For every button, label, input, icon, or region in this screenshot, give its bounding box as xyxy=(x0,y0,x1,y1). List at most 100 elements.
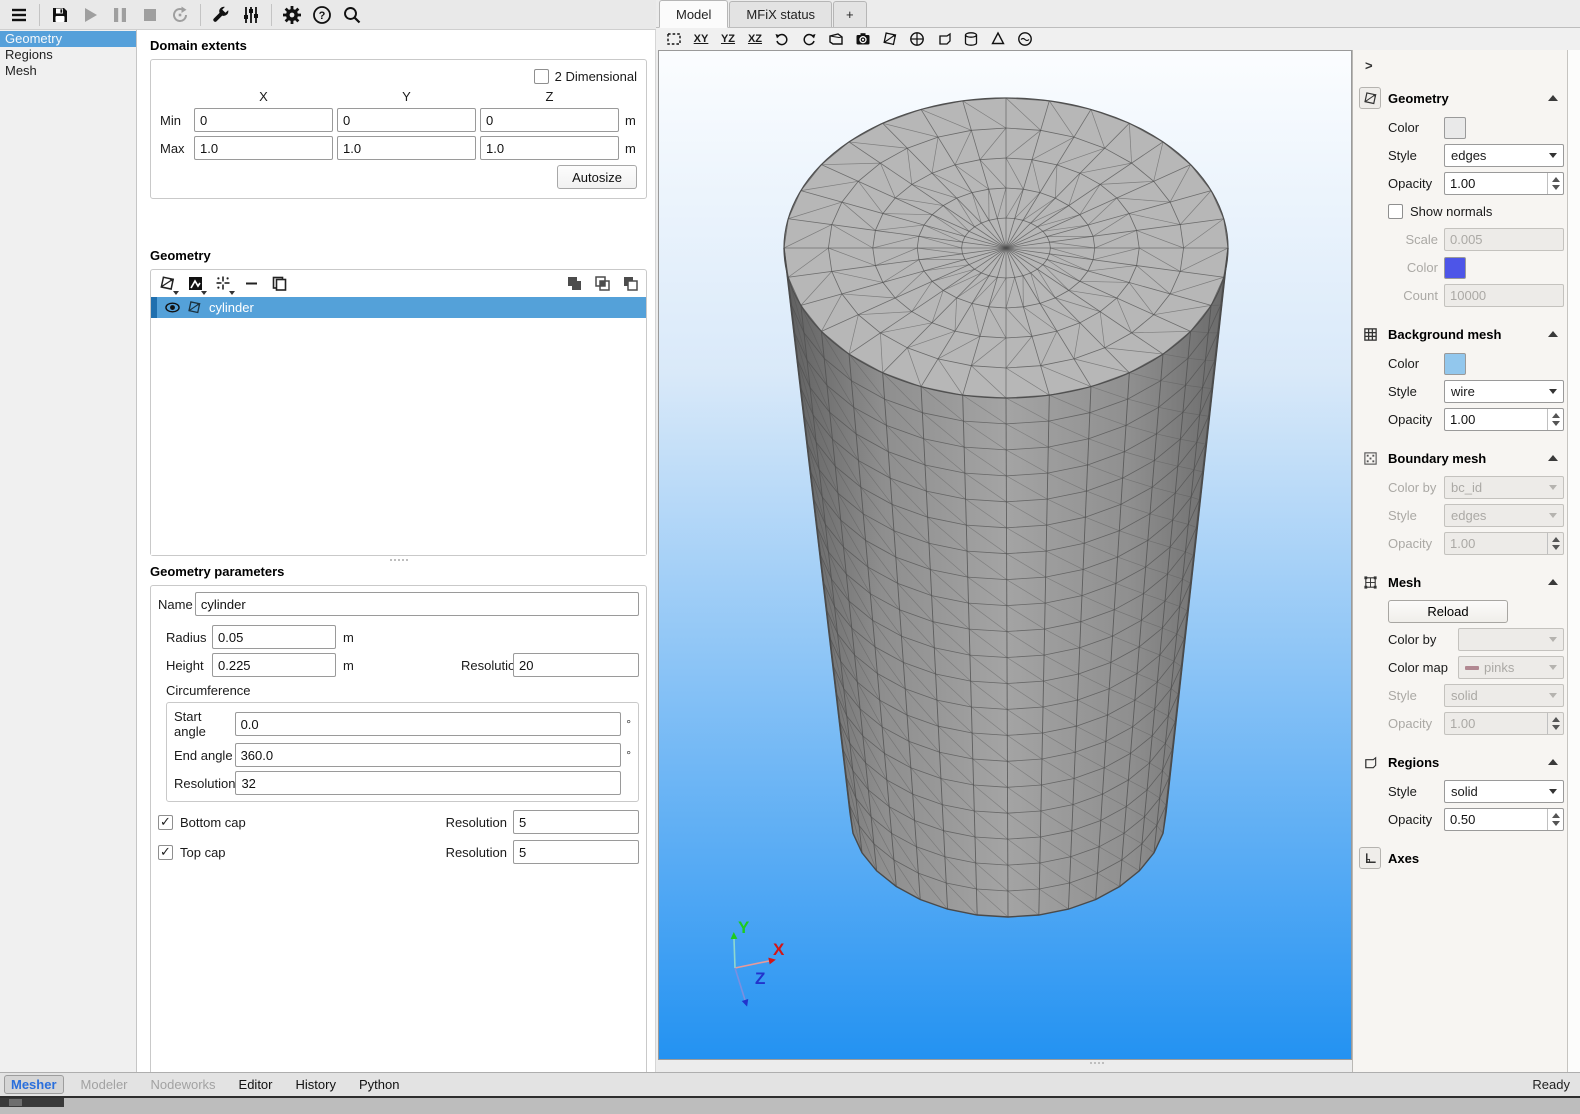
axes-section-header[interactable]: Axes xyxy=(1359,845,1580,871)
mode-button-modeler[interactable]: Modeler xyxy=(75,1076,134,1093)
rotate-cw-button[interactable] xyxy=(799,30,819,48)
name-input[interactable] xyxy=(195,592,639,616)
spin-down-icon[interactable] xyxy=(1552,821,1560,826)
spin-up-icon[interactable] xyxy=(1552,813,1560,818)
normals-count-input[interactable] xyxy=(1444,284,1564,307)
settings-button[interactable] xyxy=(277,2,307,28)
sidebar-item-geometry[interactable]: Geometry xyxy=(0,31,136,47)
boundary-mesh-visibility-button[interactable] xyxy=(961,30,981,48)
collapse-arrow-icon[interactable] xyxy=(1548,759,1558,765)
parameters-button[interactable] xyxy=(236,2,266,28)
zmax-input[interactable] xyxy=(480,136,619,160)
search-button[interactable] xyxy=(337,2,367,28)
tab-mfix-status[interactable]: MFiX status xyxy=(729,1,832,27)
background-mesh-opacity-input[interactable] xyxy=(1445,412,1541,427)
spin-up-icon[interactable] xyxy=(1552,177,1560,182)
add-geometry-button[interactable] xyxy=(157,274,177,294)
spin-down-icon[interactable] xyxy=(1552,545,1560,550)
copy-geometry-button[interactable] xyxy=(269,274,289,294)
mode-button-python[interactable]: Python xyxy=(353,1076,405,1093)
background-mesh-color-swatch[interactable] xyxy=(1444,353,1466,375)
menu-button[interactable] xyxy=(4,2,34,28)
background-mesh-section-header[interactable]: Background mesh xyxy=(1359,321,1580,347)
bottom-cap-resolution-input[interactable] xyxy=(513,810,639,834)
mode-button-mesher[interactable]: Mesher xyxy=(4,1075,64,1094)
run-button[interactable] xyxy=(75,2,105,28)
collapse-arrow-icon[interactable] xyxy=(1548,331,1558,337)
height-input[interactable] xyxy=(212,653,336,677)
mesh-visibility-button[interactable] xyxy=(988,30,1008,48)
sidebar-item-mesh[interactable]: Mesh xyxy=(0,63,136,79)
regions-style-combo[interactable]: solid xyxy=(1444,780,1564,803)
mode-button-history[interactable]: History xyxy=(290,1076,342,1093)
background-mesh-visibility-button[interactable] xyxy=(934,30,954,48)
background-mesh-opacity-spinbox[interactable] xyxy=(1444,408,1564,431)
geometry-section-header[interactable]: Geometry xyxy=(1359,85,1580,111)
top-cap-checkbox[interactable]: ✓ xyxy=(158,845,173,860)
mesh-opacity-spinbox[interactable] xyxy=(1444,712,1564,735)
geometry-opacity-spinbox[interactable] xyxy=(1444,172,1564,195)
mesh-color-map-combo[interactable]: pinks xyxy=(1458,656,1564,679)
xz-view-button[interactable]: XZ xyxy=(745,30,765,48)
boolean-union-button[interactable] xyxy=(564,274,584,294)
geometry-color-swatch[interactable] xyxy=(1444,117,1466,139)
axes-visibility-button[interactable] xyxy=(1015,30,1035,48)
mesh-opacity-input[interactable] xyxy=(1445,716,1541,731)
boolean-difference-button[interactable] xyxy=(620,274,640,294)
remove-geometry-button[interactable] xyxy=(241,274,261,294)
pause-button[interactable] xyxy=(105,2,135,28)
regions-opacity-input[interactable] xyxy=(1445,812,1541,827)
help-button[interactable]: ? xyxy=(307,2,337,28)
save-button[interactable] xyxy=(45,2,75,28)
collapse-arrow-icon[interactable] xyxy=(1548,95,1558,101)
mode-button-editor[interactable]: Editor xyxy=(233,1076,279,1093)
boundary-mesh-style-combo[interactable]: edges xyxy=(1444,504,1564,527)
visibility-eye-icon[interactable] xyxy=(165,300,180,315)
circumference-resolution-input[interactable] xyxy=(235,771,620,795)
boundary-mesh-opacity-spinbox[interactable] xyxy=(1444,532,1564,555)
end-angle-input[interactable] xyxy=(235,743,621,767)
xy-view-button[interactable]: XY xyxy=(691,30,711,48)
model-3d-viewport[interactable]: XYZ xyxy=(658,50,1352,1060)
show-normals-checkbox[interactable]: ✓ xyxy=(1388,204,1403,219)
background-mesh-style-combo[interactable]: wire xyxy=(1444,380,1564,403)
new-tab-button[interactable]: + xyxy=(833,1,867,27)
perspective-button[interactable] xyxy=(826,30,846,48)
pane-splitter-handle[interactable] xyxy=(150,556,647,564)
two-dimensional-checkbox[interactable]: ✓ xyxy=(534,69,549,84)
zmin-input[interactable] xyxy=(480,108,619,132)
regions-visibility-button[interactable] xyxy=(907,30,927,48)
normals-scale-input[interactable] xyxy=(1444,228,1564,251)
ymin-input[interactable] xyxy=(337,108,476,132)
start-angle-input[interactable] xyxy=(235,712,621,736)
build-button[interactable] xyxy=(206,2,236,28)
collapse-arrow-icon[interactable] xyxy=(1548,455,1558,461)
screenshot-button[interactable] xyxy=(853,30,873,48)
sidebar-item-regions[interactable]: Regions xyxy=(0,47,136,63)
xmin-input[interactable] xyxy=(194,108,333,132)
add-filter-button[interactable] xyxy=(185,274,205,294)
collapse-panel-chevron[interactable]: > xyxy=(1359,54,1379,79)
right-scroll-gutter[interactable] xyxy=(1567,50,1580,1072)
mesh-section-header[interactable]: Mesh xyxy=(1359,569,1580,595)
ymax-input[interactable] xyxy=(337,136,476,160)
radius-input[interactable] xyxy=(212,625,336,649)
collapse-arrow-icon[interactable] xyxy=(1548,579,1558,585)
mesh-style-combo[interactable]: solid xyxy=(1444,684,1564,707)
spin-down-icon[interactable] xyxy=(1552,725,1560,730)
boundary-mesh-section-header[interactable]: Boundary mesh xyxy=(1359,445,1580,471)
yz-view-button[interactable]: YZ xyxy=(718,30,738,48)
stop-button[interactable] xyxy=(135,2,165,28)
geometry-tree-item-cylinder[interactable]: cylinder xyxy=(151,297,646,318)
geometry-style-combo[interactable]: edges xyxy=(1444,144,1564,167)
regions-section-header[interactable]: Regions xyxy=(1359,749,1580,775)
normals-color-swatch[interactable] xyxy=(1444,257,1466,279)
regions-opacity-spinbox[interactable] xyxy=(1444,808,1564,831)
spin-down-icon[interactable] xyxy=(1552,185,1560,190)
boundary-mesh-color-by-combo[interactable]: bc_id xyxy=(1444,476,1564,499)
height-resolution-input[interactable] xyxy=(513,653,639,677)
spin-up-icon[interactable] xyxy=(1552,537,1560,542)
reset-button[interactable] xyxy=(165,2,195,28)
autosize-button[interactable]: Autosize xyxy=(557,165,637,189)
boolean-intersect-button[interactable] xyxy=(592,274,612,294)
